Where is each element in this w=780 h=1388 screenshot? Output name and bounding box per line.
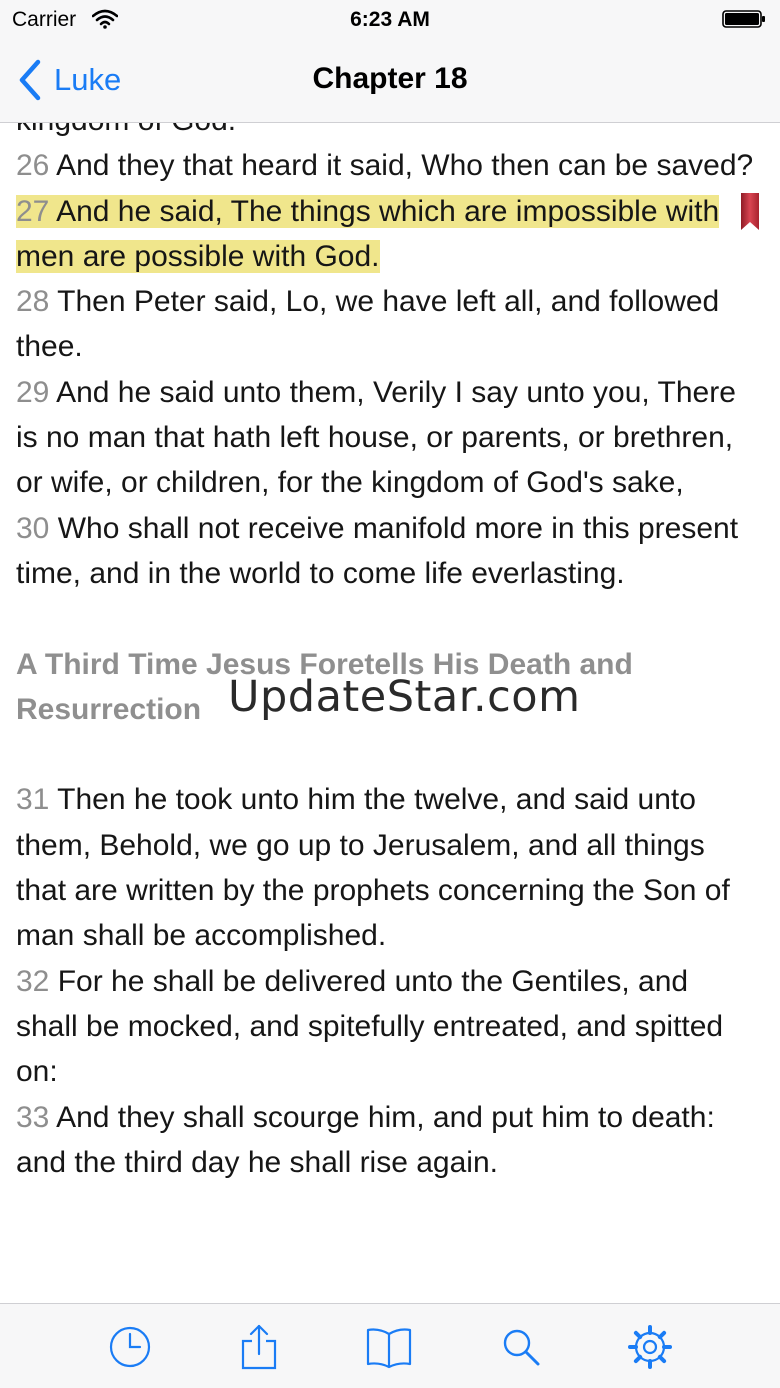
verse-26[interactable]: 26 And they that heard it said, Who then… — [16, 143, 758, 188]
bookmark-icon[interactable] — [740, 192, 760, 231]
search-icon[interactable] — [498, 1324, 544, 1370]
history-icon[interactable] — [107, 1324, 153, 1370]
verse-partial: kingdom of God. — [16, 120, 758, 143]
verse-text: And he said unto them, Verily I say unto… — [16, 375, 736, 500]
verse-text: For he shall be delivered unto the Genti… — [16, 964, 724, 1089]
verse-number: 29 — [16, 375, 50, 409]
verse-text: Then Peter said, Lo, we have left all, a… — [16, 285, 720, 364]
verse-number: 32 — [16, 964, 50, 998]
verse-27[interactable]: 27 And he said, The things which are imp… — [16, 189, 758, 280]
verse-31[interactable]: 31 Then he took unto him the twelve, and… — [16, 777, 758, 958]
book-icon[interactable] — [366, 1324, 412, 1370]
verse-27-row: 27 And he said, The things which are imp… — [0, 189, 780, 280]
verse-text: And they that heard it said, Who then ca… — [56, 149, 754, 183]
status-time: 6:23 AM — [350, 8, 430, 31]
page-title: Chapter 18 — [312, 62, 468, 95]
verse-32[interactable]: 32 For he shall be delivered unto the Ge… — [16, 959, 758, 1095]
verse-number: 26 — [16, 149, 50, 183]
verse-number: 30 — [16, 511, 50, 545]
verse-number: 27 — [16, 194, 50, 228]
verse-text: And he said, The things which are imposs… — [16, 194, 720, 273]
verse-highlight: 27 And he said, The things which are imp… — [16, 194, 720, 273]
tab-bar — [0, 1303, 780, 1388]
verse-text: And they shall scourge him, and put him … — [16, 1100, 715, 1179]
share-icon[interactable] — [236, 1324, 282, 1370]
status-bar: Carrier 6:23 AM — [0, 0, 780, 40]
verse-text: Who shall not receive manifold more in t… — [16, 511, 739, 590]
navigation-bar: Luke Chapter 18 — [0, 40, 780, 123]
verse-text: Then he took unto him the twelve, and sa… — [16, 783, 730, 953]
watermark: UpdateStar.com — [228, 672, 581, 722]
verse-number: 31 — [16, 783, 50, 817]
verse-30[interactable]: 30 Who shall not receive manifold more i… — [16, 506, 758, 597]
verse-28[interactable]: 28 Then Peter said, Lo, we have left all… — [16, 279, 758, 370]
verse-number: 33 — [16, 1100, 50, 1134]
verse-number: 28 — [16, 285, 50, 319]
verse-29[interactable]: 29 And he said unto them, Verily I say u… — [16, 370, 758, 506]
verse-33[interactable]: 33 And they shall scourge him, and put h… — [16, 1095, 758, 1186]
battery-icon — [722, 10, 765, 28]
gear-icon[interactable] — [627, 1324, 673, 1370]
